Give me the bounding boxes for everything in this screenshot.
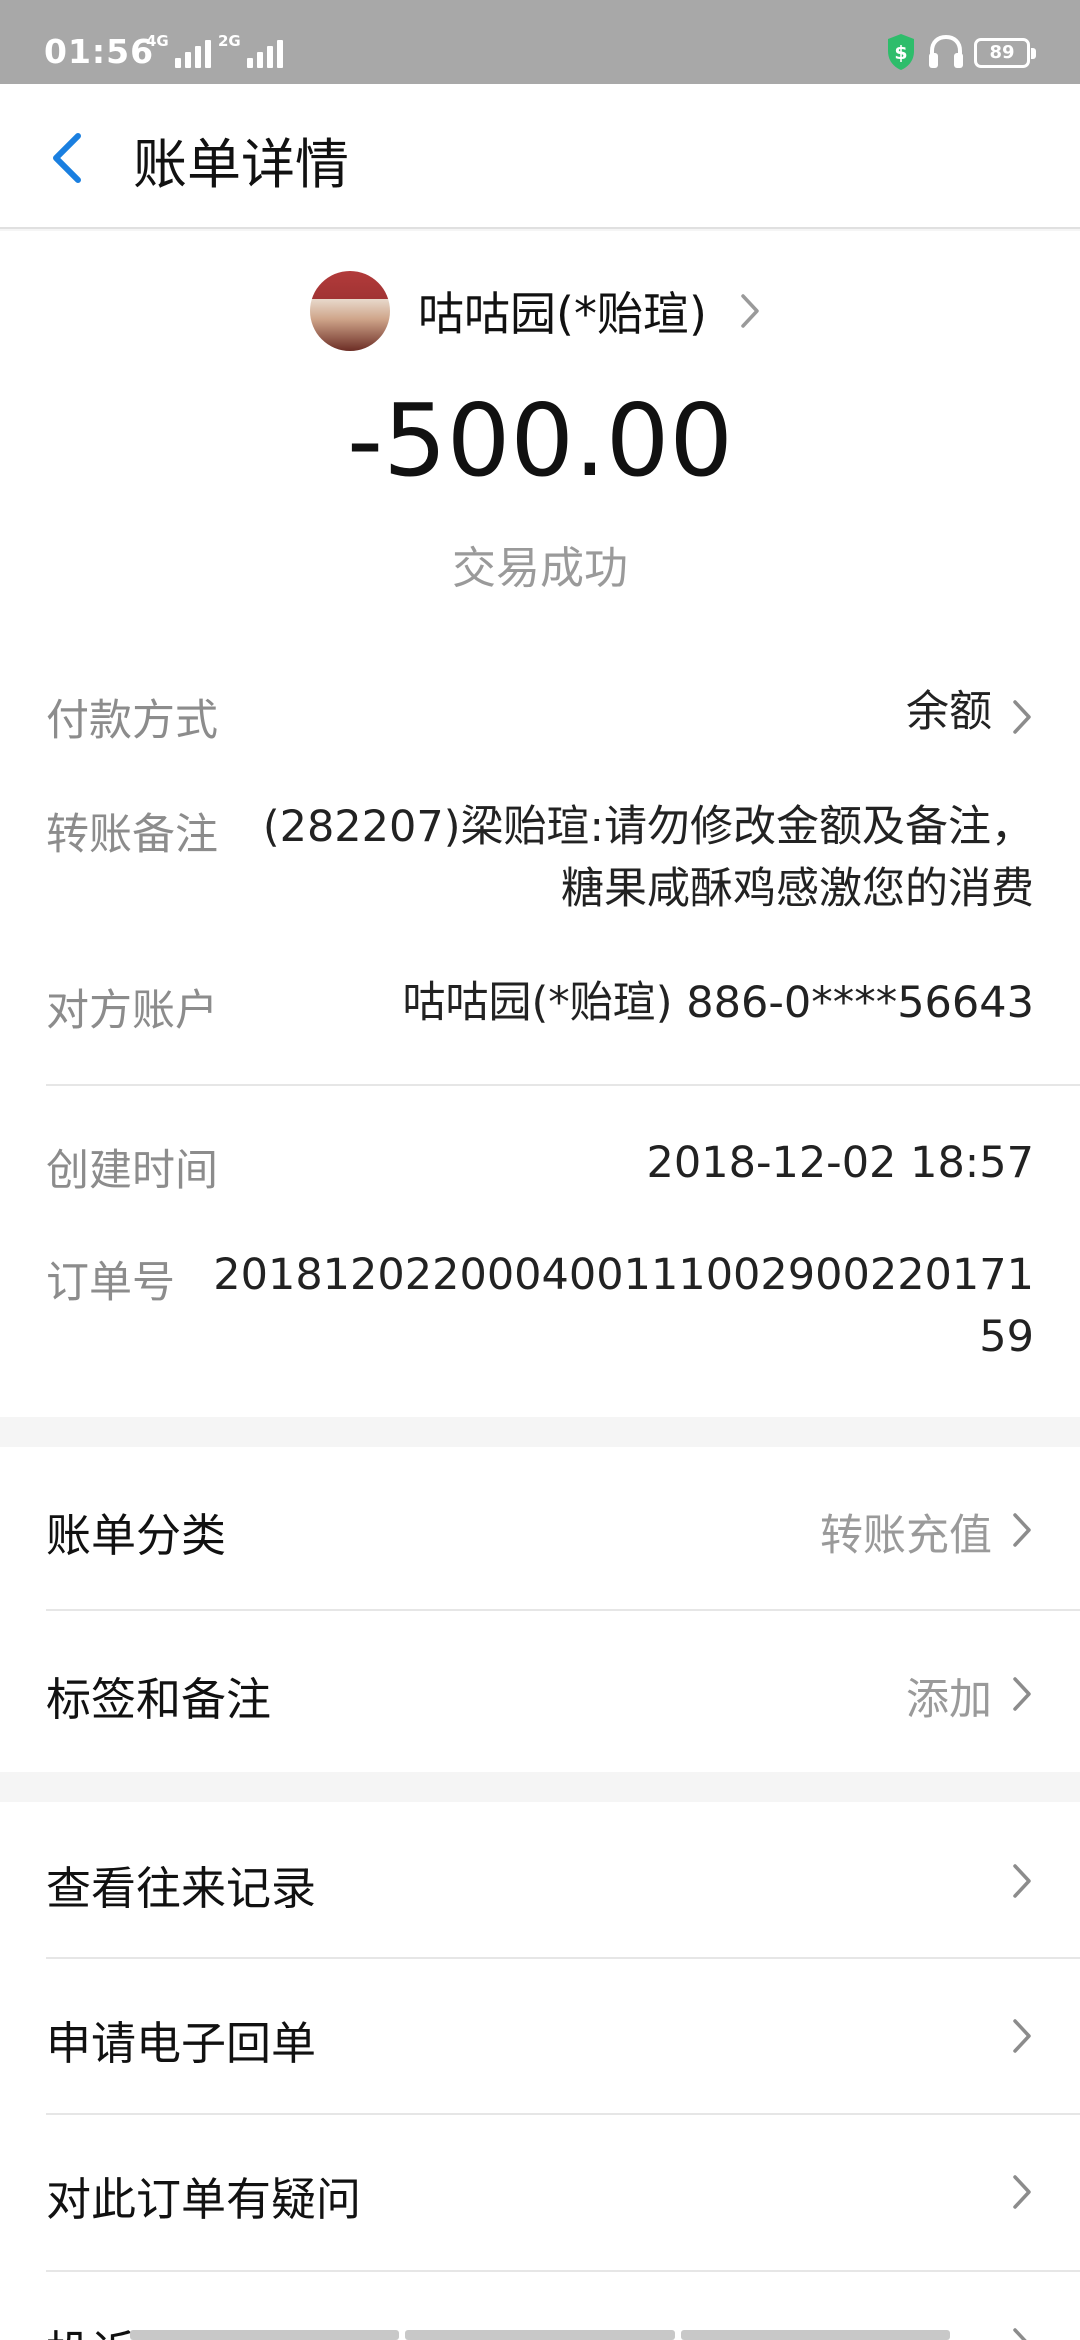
signal-2g-icon: 2G bbox=[218, 32, 283, 68]
created-time-value: 2018-12-02 18:57 bbox=[646, 1138, 1034, 1188]
order-question-label: 对此订单有疑问 bbox=[46, 2173, 362, 2226]
bill-category-row[interactable]: 账单分类 转账充值 bbox=[0, 1447, 1080, 1609]
svg-text:$: $ bbox=[894, 42, 907, 64]
order-question-row[interactable]: 对此订单有疑问 bbox=[0, 2115, 1080, 2270]
headset-icon bbox=[929, 34, 963, 68]
chevron-right-icon bbox=[1013, 1677, 1031, 1711]
transaction-status: 交易成功 bbox=[452, 543, 628, 594]
merchant-avatar bbox=[310, 271, 390, 351]
created-time-label: 创建时间 bbox=[46, 1146, 218, 1196]
payment-method-label: 付款方式 bbox=[46, 696, 218, 746]
gesture-bar bbox=[130, 2330, 950, 2340]
counterparty-account-label: 对方账户 bbox=[46, 986, 218, 1036]
tags-remarks-value: 添加 bbox=[906, 1675, 992, 1725]
chevron-right-icon bbox=[1013, 2019, 1031, 2053]
status-bar: 01:56 4G 2G $ 89 bbox=[0, 0, 1080, 84]
tags-remarks-row[interactable]: 标签和备注 添加 bbox=[0, 1611, 1080, 1772]
order-number-label: 订单号 bbox=[46, 1258, 175, 1308]
chevron-right-icon bbox=[1013, 2328, 1027, 2340]
counterparty-account-value: 咕咕园(*贻瑄) 886-0****56643 bbox=[402, 978, 1034, 1028]
order-number-value: 201812022000400111002900220171 59 bbox=[213, 1250, 1034, 1362]
tags-remarks-label: 标签和备注 bbox=[46, 1673, 272, 1726]
complaint-label: 投诉 bbox=[46, 2316, 136, 2340]
nav-bar: 账单详情 bbox=[0, 84, 1080, 229]
page-title: 账单详情 bbox=[133, 133, 349, 196]
back-arrow-icon[interactable] bbox=[44, 128, 90, 188]
bill-category-value: 转账充值 bbox=[820, 1511, 992, 1561]
view-history-label: 查看往来记录 bbox=[46, 1862, 317, 1915]
payment-method-value[interactable]: 余额 bbox=[906, 686, 992, 738]
merchant-name: 咕咕园(*贻瑄) bbox=[418, 287, 707, 341]
signal-4g-icon: 4G bbox=[146, 32, 211, 68]
transfer-remark-value: (282207)梁贻瑄:请勿修改金额及备注， 糖果咸酥鸡感激您的消费 bbox=[262, 802, 1034, 914]
chevron-right-icon bbox=[1013, 1864, 1031, 1898]
merchant-link[interactable]: 咕咕园(*贻瑄) bbox=[310, 271, 763, 351]
transaction-amount: -500.00 bbox=[347, 382, 733, 499]
transfer-remark-label: 转账备注 bbox=[46, 810, 218, 860]
electronic-receipt-row[interactable]: 申请电子回单 bbox=[0, 1959, 1080, 2113]
chevron-right-icon bbox=[1013, 1513, 1031, 1547]
view-history-row[interactable]: 查看往来记录 bbox=[0, 1802, 1080, 1958]
chevron-right-icon bbox=[1013, 700, 1031, 734]
chevron-right-icon bbox=[1013, 2175, 1031, 2209]
security-shield-icon: $ bbox=[888, 34, 914, 70]
bill-category-label: 账单分类 bbox=[46, 1509, 227, 1562]
status-time: 01:56 bbox=[44, 32, 155, 71]
battery-icon: 89 bbox=[974, 38, 1036, 68]
divider bbox=[46, 1084, 1080, 1086]
chevron-right-icon bbox=[741, 294, 759, 328]
electronic-receipt-label: 申请电子回单 bbox=[46, 2017, 317, 2070]
